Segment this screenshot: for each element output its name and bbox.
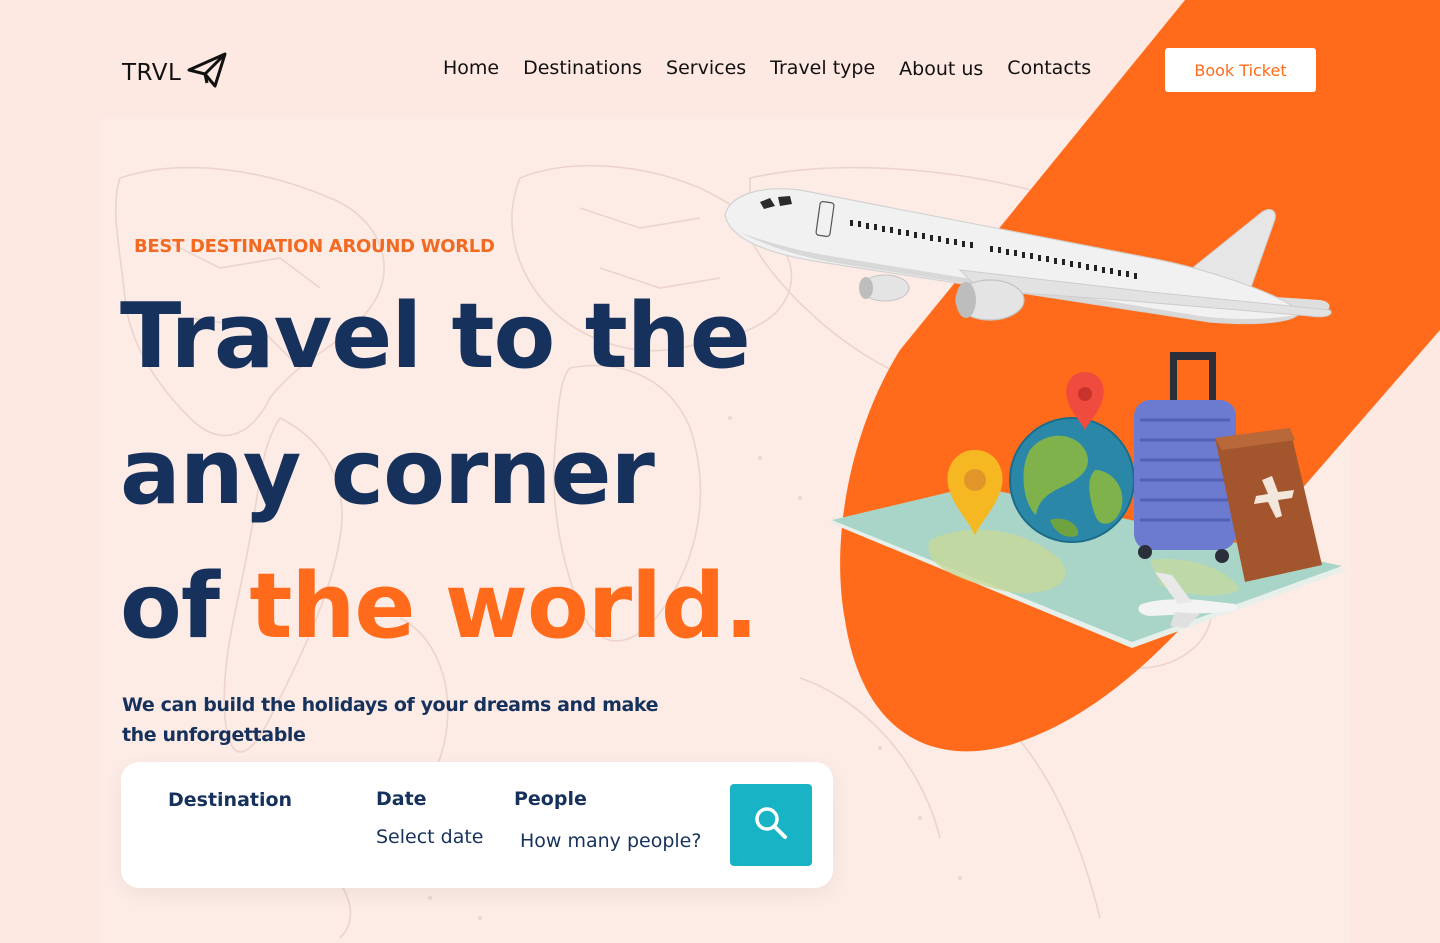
globe-image (1009, 417, 1135, 543)
airplane-image (724, 188, 1332, 325)
travel-illustration (724, 188, 1347, 648)
